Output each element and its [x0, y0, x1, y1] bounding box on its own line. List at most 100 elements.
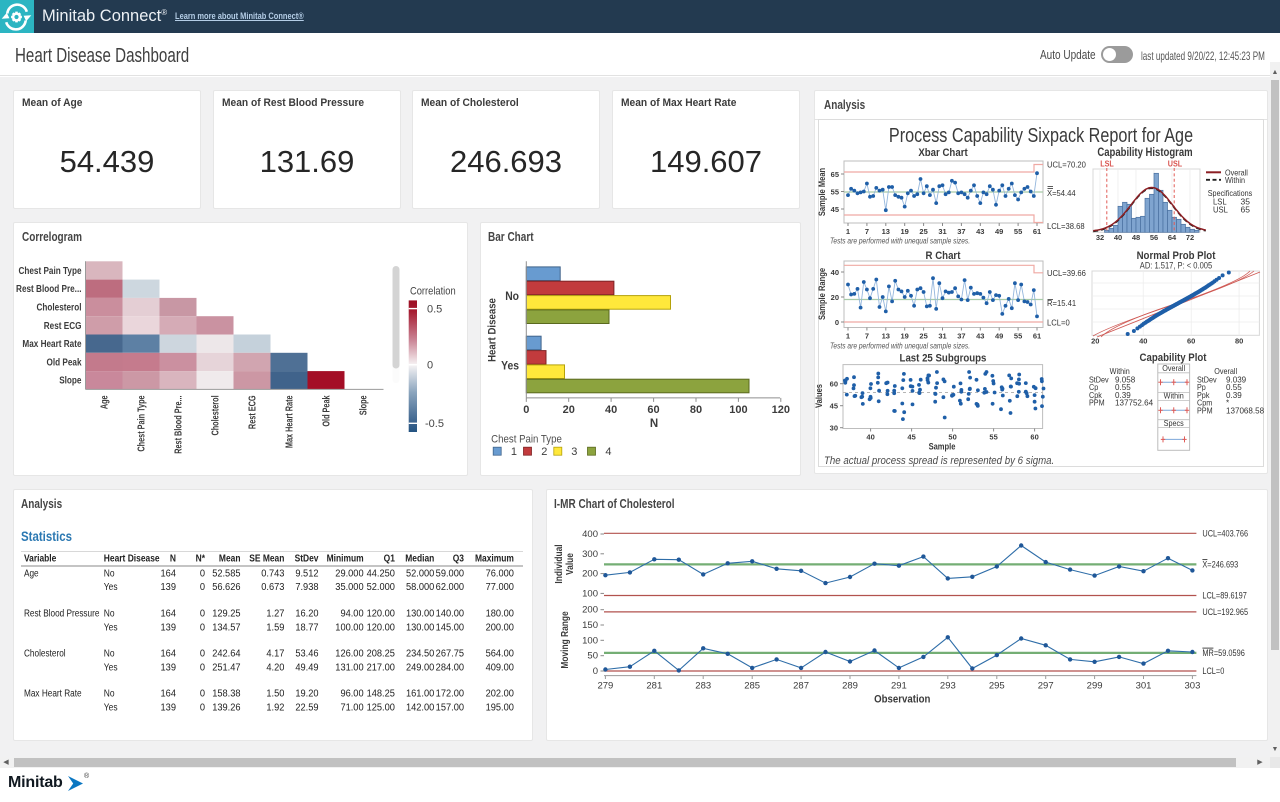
- svg-text:139: 139: [161, 582, 176, 594]
- svg-text:LCL=0: LCL=0: [1047, 318, 1070, 327]
- svg-text:Yes: Yes: [104, 701, 118, 713]
- svg-text:Individual: Individual: [553, 544, 564, 583]
- svg-text:55: 55: [989, 433, 997, 442]
- svg-text:65: 65: [1241, 205, 1251, 215]
- svg-text:Sample Mean: Sample Mean: [816, 168, 827, 216]
- svg-text:44.250: 44.250: [367, 568, 396, 580]
- svg-text:164: 164: [161, 648, 177, 660]
- svg-text:40: 40: [1139, 337, 1147, 346]
- svg-text:96.00: 96.00: [340, 688, 364, 700]
- svg-text:MR=59.0596: MR=59.0596: [1202, 648, 1245, 658]
- svg-text:120: 120: [772, 404, 790, 416]
- svg-text:287: 287: [793, 681, 809, 692]
- svg-text:Chest Pain Type: Chest Pain Type: [18, 264, 81, 276]
- svg-text:13: 13: [882, 332, 890, 341]
- svg-text:134.57: 134.57: [212, 622, 240, 634]
- svg-text:100: 100: [582, 635, 598, 646]
- svg-text:Cholesterol: Cholesterol: [24, 648, 66, 659]
- svg-text:Sample: Sample: [929, 441, 956, 452]
- svg-text:164: 164: [161, 688, 177, 700]
- svg-text:249.00: 249.00: [406, 662, 435, 674]
- svg-text:0: 0: [200, 622, 206, 634]
- svg-text:Chest Pain Type: Chest Pain Type: [135, 395, 146, 451]
- svg-text:N*: N*: [196, 552, 206, 564]
- svg-text:61: 61: [1033, 332, 1041, 341]
- svg-text:400: 400: [582, 529, 598, 540]
- svg-text:285: 285: [744, 681, 760, 692]
- svg-text:0: 0: [523, 404, 529, 416]
- svg-text:R=15.41: R=15.41: [1047, 299, 1077, 308]
- svg-text:180.00: 180.00: [486, 608, 515, 620]
- svg-text:300: 300: [582, 549, 598, 560]
- svg-text:Yes: Yes: [104, 661, 118, 673]
- svg-text:37: 37: [957, 332, 965, 341]
- svg-text:164: 164: [161, 568, 177, 580]
- svg-text:1.59: 1.59: [266, 622, 284, 634]
- svg-text:283: 283: [695, 681, 711, 692]
- svg-text:22.59: 22.59: [295, 702, 318, 714]
- svg-text:20: 20: [1091, 337, 1099, 346]
- svg-text:USL: USL: [1168, 159, 1183, 168]
- svg-text:0: 0: [200, 568, 206, 580]
- svg-text:PPM: PPM: [1197, 406, 1213, 416]
- svg-text:0.743: 0.743: [261, 568, 285, 580]
- svg-text:The actual process spread is r: The actual process spread is represented…: [824, 456, 1054, 468]
- svg-text:0: 0: [200, 702, 206, 714]
- svg-text:1.27: 1.27: [266, 608, 284, 620]
- svg-text:281: 281: [646, 681, 662, 692]
- svg-text:208.25: 208.25: [367, 648, 396, 660]
- svg-text:20: 20: [563, 404, 575, 416]
- svg-text:Last 25 Subgroups: Last 25 Subgroups: [900, 352, 987, 365]
- svg-text:Yes: Yes: [501, 360, 519, 373]
- svg-text:Value: Value: [564, 553, 575, 575]
- svg-text:279: 279: [597, 681, 613, 692]
- svg-text:25: 25: [919, 332, 927, 341]
- svg-text:AD: 1.517, P: < 0.005: AD: 1.517, P: < 0.005: [1140, 260, 1213, 271]
- svg-text:76.000: 76.000: [486, 568, 515, 580]
- svg-text:20: 20: [831, 293, 839, 302]
- svg-text:217.00: 217.00: [367, 662, 396, 674]
- svg-text:130.00: 130.00: [406, 622, 435, 634]
- svg-text:56.626: 56.626: [212, 582, 241, 594]
- svg-text:60: 60: [647, 404, 659, 416]
- svg-text:Max Heart Rate: Max Heart Rate: [283, 395, 294, 448]
- svg-text:200: 200: [582, 605, 598, 616]
- svg-text:72: 72: [1186, 233, 1194, 242]
- svg-text:45: 45: [831, 205, 839, 214]
- svg-text:32: 32: [1096, 233, 1104, 242]
- svg-text:120.00: 120.00: [367, 608, 396, 620]
- svg-text:31: 31: [938, 332, 946, 341]
- svg-text:Rest ECG: Rest ECG: [44, 319, 82, 331]
- svg-text:Age: Age: [24, 568, 39, 579]
- svg-text:80: 80: [690, 404, 702, 416]
- svg-text:Max Heart Rate: Max Heart Rate: [24, 688, 82, 699]
- svg-text:Mean: Mean: [219, 552, 241, 564]
- svg-text:80: 80: [1235, 337, 1243, 346]
- svg-text:295: 295: [989, 681, 1005, 692]
- svg-text:Moving Range: Moving Range: [559, 611, 570, 668]
- svg-text:Specs: Specs: [1164, 418, 1184, 428]
- svg-text:0: 0: [200, 688, 206, 700]
- svg-text:48: 48: [1132, 233, 1140, 242]
- svg-text:139: 139: [161, 622, 176, 634]
- svg-text:139: 139: [161, 662, 176, 674]
- svg-text:52.000: 52.000: [406, 568, 435, 580]
- svg-text:R Chart: R Chart: [926, 249, 961, 262]
- svg-text:0: 0: [200, 582, 206, 594]
- svg-text:Variable: Variable: [24, 552, 56, 564]
- svg-text:150: 150: [582, 620, 598, 631]
- svg-text:1.92: 1.92: [266, 702, 284, 714]
- svg-text:158.38: 158.38: [212, 688, 241, 700]
- svg-text:Within: Within: [1164, 391, 1184, 401]
- svg-text:137068.58: 137068.58: [1226, 405, 1265, 415]
- svg-text:25: 25: [919, 227, 927, 236]
- svg-text:234.50: 234.50: [406, 648, 435, 660]
- svg-text:139.26: 139.26: [212, 702, 241, 714]
- svg-text:1: 1: [846, 332, 850, 341]
- svg-text:LSL: LSL: [1100, 159, 1114, 168]
- svg-text:4.20: 4.20: [266, 662, 285, 674]
- svg-text:Median: Median: [405, 552, 434, 564]
- svg-text:No: No: [104, 687, 115, 699]
- svg-text:58.000: 58.000: [406, 582, 435, 594]
- svg-text:50: 50: [587, 651, 598, 662]
